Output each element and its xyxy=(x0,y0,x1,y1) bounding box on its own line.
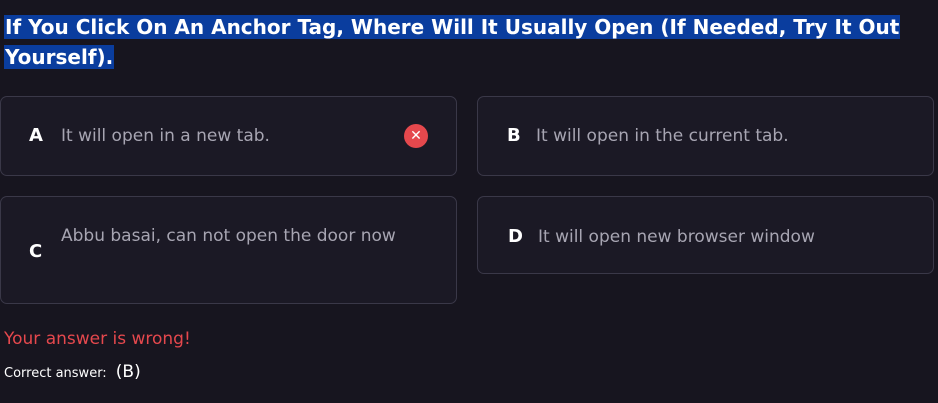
option-d[interactable]: D It will open new browser window xyxy=(477,196,934,274)
option-c[interactable]: C Abbu basai, can not open the door now xyxy=(0,196,457,304)
quiz-page: If You Click On An Anchor Tag, Where Wil… xyxy=(0,0,938,403)
option-letter: D xyxy=(508,226,523,247)
correct-answer-value: (B) xyxy=(115,362,141,382)
feedback-message: Your answer is wrong! xyxy=(4,329,191,349)
close-icon: ✕ xyxy=(404,124,428,148)
option-text: Abbu basai, can not open the door now xyxy=(61,226,396,246)
correct-answer-row: Correct answer: (B) xyxy=(4,362,141,382)
option-letter: A xyxy=(29,125,43,146)
correct-answer-label: Correct answer: xyxy=(4,366,107,381)
option-b[interactable]: B It will open in the current tab. xyxy=(477,96,934,176)
option-text: It will open in the current tab. xyxy=(536,126,789,146)
option-letter: B xyxy=(507,125,521,146)
option-text: It will open in a new tab. xyxy=(61,126,270,146)
option-letter: C xyxy=(29,241,43,262)
question-text: If You Click On An Anchor Tag, Where Wil… xyxy=(4,15,901,69)
option-text: It will open new browser window xyxy=(538,227,815,247)
question-title: If You Click On An Anchor Tag, Where Wil… xyxy=(4,12,904,72)
option-a[interactable]: A It will open in a new tab. ✕ xyxy=(0,96,457,176)
